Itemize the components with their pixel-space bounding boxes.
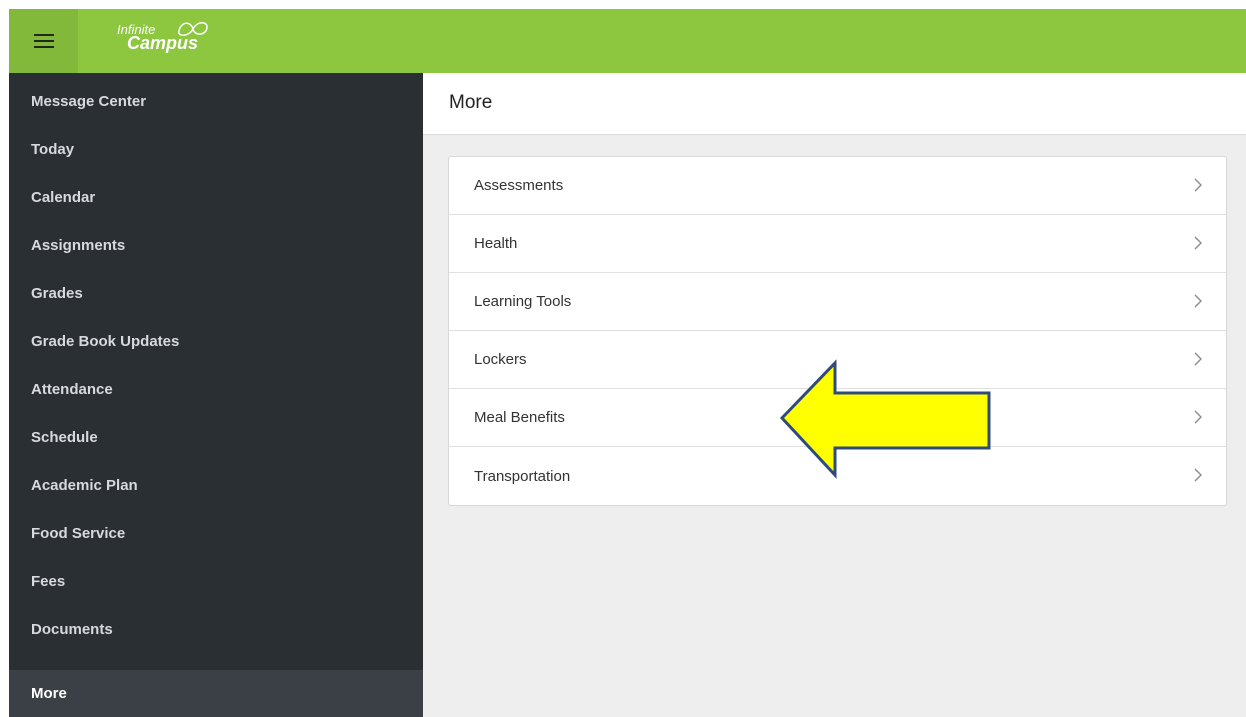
sidebar-item-calendar[interactable]: Calendar [9,173,423,221]
sidebar-item-label: Schedule [31,428,98,446]
sidebar-item-label: Attendance [31,380,113,398]
app-window: Infinite Campus Message Center Today Cal… [9,9,1246,717]
sidebar-item-label: Fees [31,572,66,590]
page-title: More [449,92,493,113]
chevron-right-icon [1194,236,1202,250]
chevron-right-icon [1194,410,1202,424]
infinite-campus-logo[interactable]: Infinite Campus [117,17,257,57]
chevron-right-icon [1194,178,1202,192]
list-item-learning-tools[interactable]: Learning Tools [449,273,1226,331]
sidebar-item-label: More [31,685,67,702]
chevron-right-icon [1194,352,1202,366]
sidebar-item-fees[interactable]: Fees [9,557,423,605]
sidebar-item-label: Food Service [31,524,126,542]
top-bar: Infinite Campus [9,9,1246,73]
sidebar-item-attendance[interactable]: Attendance [9,365,423,413]
list-item-health[interactable]: Health [449,215,1226,273]
sidebar-item-grade-book-updates[interactable]: Grade Book Updates [9,317,423,365]
chevron-right-icon [1194,294,1202,308]
sidebar-item-grades[interactable]: Grades [9,269,423,317]
list-item-label: Lockers [474,351,527,368]
logo-line-2: Campus [127,33,199,53]
sidebar-item-label: Grade Book Updates [31,332,180,350]
sidebar-item-message-center[interactable]: Message Center [9,77,423,125]
list-item-label: Health [474,235,518,252]
list-item-label: Meal Benefits [474,409,565,426]
sidebar-item-label: Today [31,140,75,158]
list-item-label: Learning Tools [474,293,572,310]
sidebar-nav: Message Center Today Calendar Assignment… [9,73,423,717]
chevron-right-icon [1194,468,1202,482]
page-header: More [423,73,1246,135]
sidebar-item-label: Calendar [31,188,96,206]
sidebar-item-more[interactable]: More [9,670,423,717]
list-item-label: Assessments [474,177,564,194]
sidebar-item-label: Grades [31,284,83,302]
sidebar-item-assignments[interactable]: Assignments [9,221,423,269]
sidebar-item-academic-plan[interactable]: Academic Plan [9,461,423,509]
sidebar-item-documents[interactable]: Documents [9,605,423,653]
sidebar-item-today[interactable]: Today [9,125,423,173]
sidebar-item-label: Message Center [31,92,147,110]
sidebar-item-schedule[interactable]: Schedule [9,413,423,461]
sidebar-item-label: Documents [31,620,113,638]
menu-button[interactable] [9,9,78,73]
arrow-left-icon [779,359,991,479]
sidebar-item-food-service[interactable]: Food Service [9,509,423,557]
list-item-label: Transportation [474,467,571,485]
sidebar-item-label: Assignments [31,236,126,254]
sidebar-item-label: Academic Plan [31,476,138,494]
hamburger-menu-icon [33,34,54,48]
list-item-assessments[interactable]: Assessments [449,157,1226,215]
